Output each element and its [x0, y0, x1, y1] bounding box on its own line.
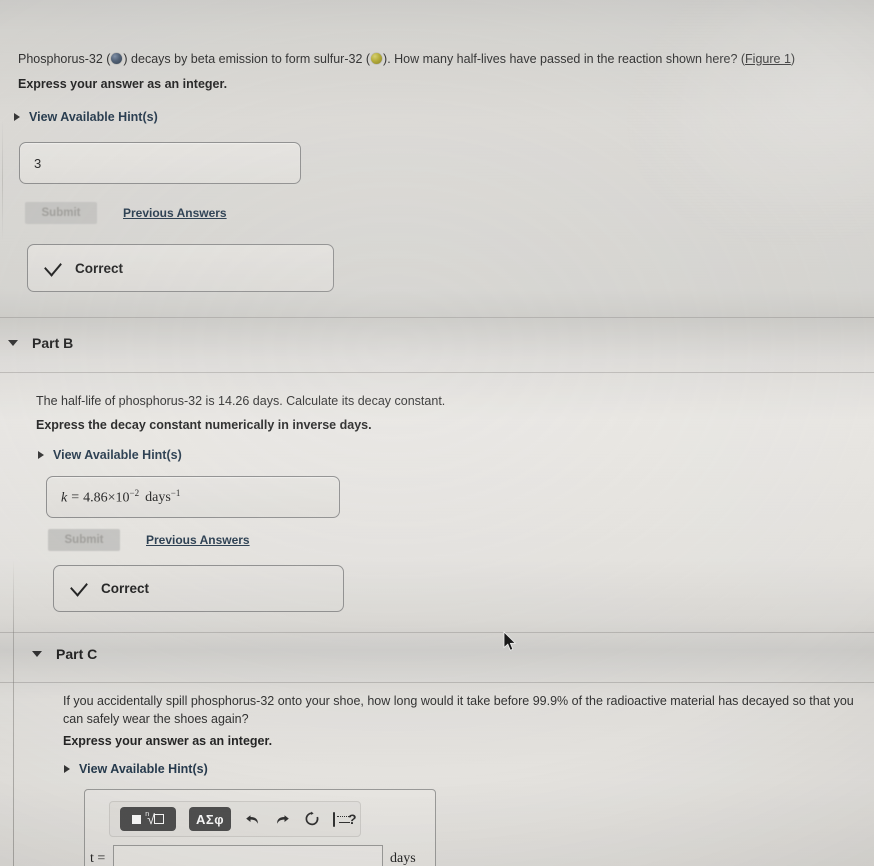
sulfur-isotope-icon [371, 53, 383, 64]
part-c-divider [0, 682, 874, 683]
redo-icon[interactable] [274, 810, 291, 829]
part-a-question: Phosphorus-32 ( ) decays by beta emission… [18, 50, 858, 68]
part-a-previous-answers-link[interactable]: Previous Answers [123, 206, 227, 220]
triangle-right-icon [14, 113, 20, 121]
part-b-title: Part B [32, 335, 74, 351]
coefficient-exponent: −2 [129, 487, 140, 498]
part-c-hint-toggle[interactable]: View Available Hint(s) [64, 762, 208, 776]
part-c-title: Part C [56, 646, 98, 662]
empty-square-icon [153, 814, 164, 824]
part-b-question-text: The half-life of phosphorus-32 is 14.26 … [36, 394, 446, 408]
greek-symbols-button[interactable]: ΑΣφ [189, 807, 231, 831]
equals-sign: = [71, 490, 80, 506]
keyboard-icon[interactable] [333, 811, 351, 827]
photo-edge-artifact-upper [2, 120, 3, 240]
decay-constant-symbol: k [61, 490, 68, 506]
part-c-instruction: Express your answer as an integer. [63, 734, 273, 748]
unit-exponent: −1 [170, 487, 181, 498]
photo-edge-artifact [13, 560, 14, 866]
help-icon[interactable]: ? [348, 811, 357, 827]
figure-1-link[interactable]: Figure 1 [745, 52, 791, 66]
part-b-hint-toggle[interactable]: View Available Hint(s) [38, 448, 182, 462]
coefficient: 4.86×10 [83, 490, 130, 506]
part-c-question-text: If you accidentally spill phosphorus-32 … [63, 694, 854, 727]
part-c-answer-unit: days [390, 851, 416, 866]
undo-icon[interactable] [244, 810, 261, 829]
part-b-header[interactable]: Part B [8, 335, 73, 351]
part-b-feedback-box: Correct [53, 565, 344, 612]
math-toolbar: n √ ΑΣφ ? [109, 801, 361, 837]
screen-glare [583, 0, 874, 298]
part-c-hint-label: View Available Hint(s) [79, 762, 208, 776]
part-a-hint-toggle[interactable]: View Available Hint(s) [14, 110, 158, 124]
part-b-hint-label: View Available Hint(s) [53, 448, 182, 462]
part-b-instruction: Express the decay constant numerically i… [36, 418, 372, 432]
triangle-right-icon [64, 765, 70, 773]
part-c-answer-prefix: t = [90, 851, 106, 866]
question-text-post: ). How many half-lives have passed in th… [383, 52, 746, 66]
part-a-feedback-label: Correct [75, 260, 124, 276]
triangle-down-icon [32, 651, 42, 657]
phosphorus-isotope-icon [111, 53, 123, 64]
part-b-divider-bottom [0, 632, 874, 633]
part-c-header[interactable]: Part C [32, 646, 97, 662]
question-text-end: ) [790, 52, 796, 66]
part-b-feedback-label: Correct [101, 581, 150, 596]
triangle-right-icon [38, 451, 44, 459]
part-a-feedback-box: Correct [27, 244, 334, 292]
part-c-answer-input[interactable] [113, 845, 383, 866]
unit: days [145, 490, 171, 506]
check-icon [70, 576, 88, 597]
math-template-icon[interactable]: n √ [120, 807, 176, 831]
triangle-down-icon [8, 340, 18, 346]
reset-icon[interactable] [304, 810, 320, 829]
question-text-pre: Phosphorus-32 ( [18, 52, 111, 66]
mouse-cursor [503, 631, 517, 651]
part-b-previous-answers-link[interactable]: Previous Answers [146, 533, 250, 547]
check-icon [44, 255, 62, 277]
part-a-instruction: Express your answer as an integer. [18, 77, 228, 91]
part-a-answer-value: 3 [34, 155, 42, 171]
part-b-submit-button[interactable]: Submit [48, 529, 120, 551]
part-a-divider [0, 317, 874, 318]
question-text-mid: ) decays by beta emission to form sulfur… [123, 52, 371, 66]
part-a-submit-button[interactable]: Submit [25, 202, 97, 224]
part-b-answer-expression: k = 4.86×10−2 days−1 [61, 488, 180, 507]
part-b-divider [0, 372, 874, 373]
part-a-answer-input[interactable]: 3 [19, 142, 301, 184]
part-a-hint-label: View Available Hint(s) [29, 110, 158, 124]
part-b-answer-input[interactable]: k = 4.86×10−2 days−1 [46, 476, 340, 518]
filled-square-icon [132, 814, 142, 824]
part-a-question-text: Phosphorus-32 ( ) decays by beta emission… [18, 50, 858, 68]
